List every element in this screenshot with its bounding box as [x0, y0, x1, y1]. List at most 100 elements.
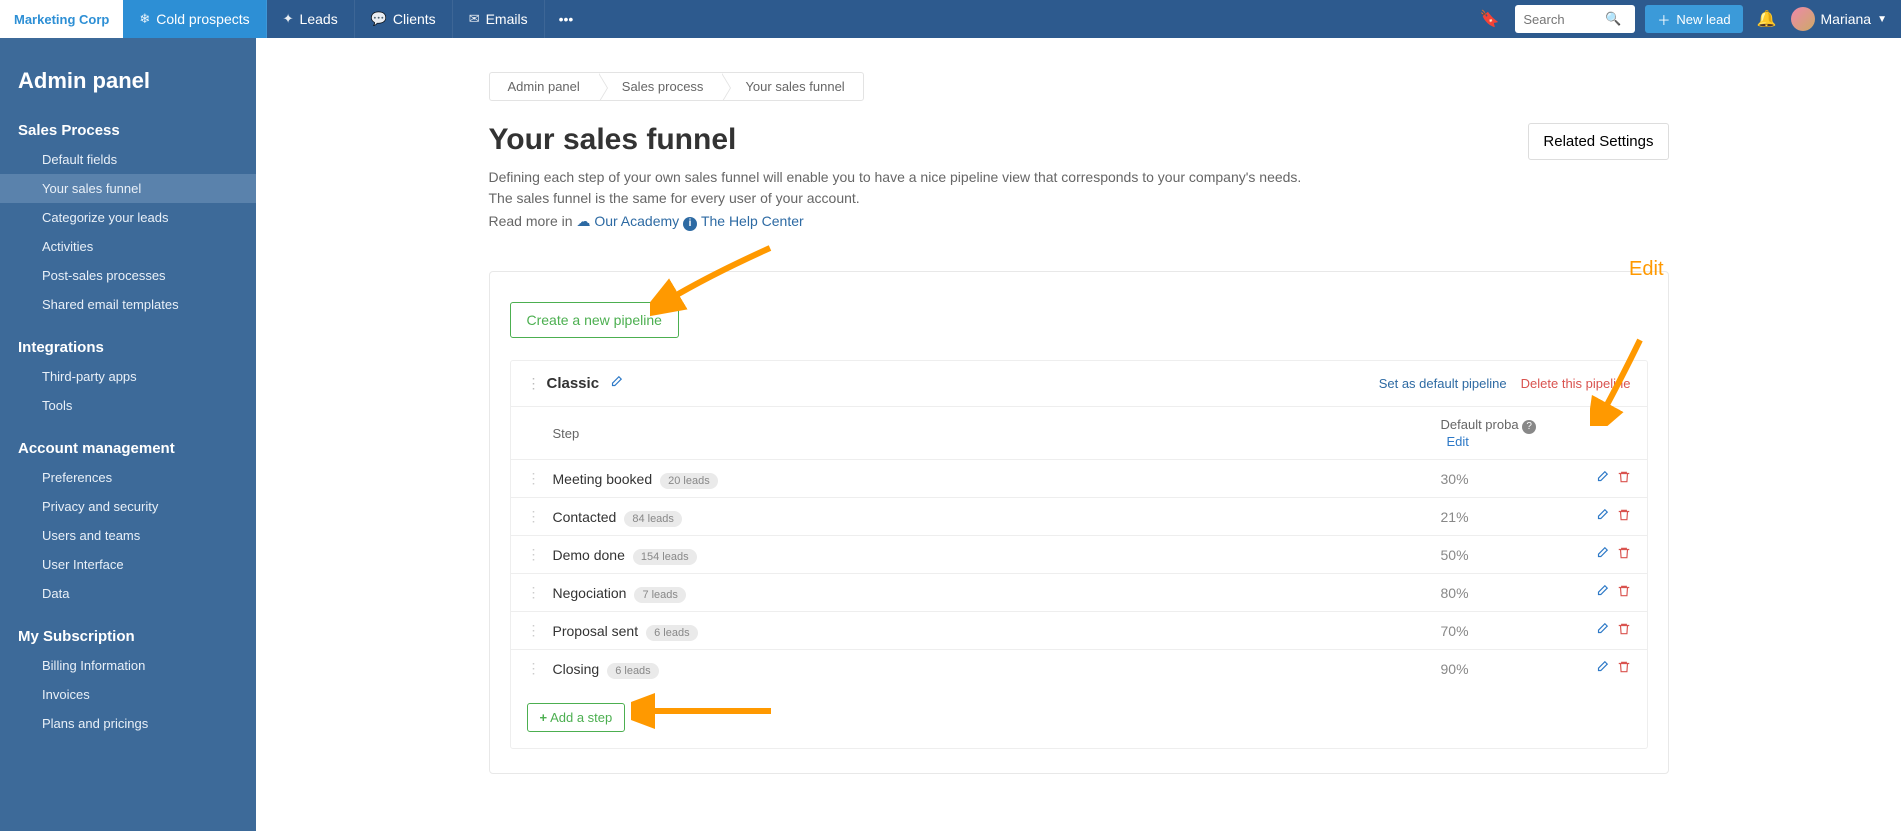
search-box[interactable]: 🔍 — [1515, 5, 1635, 33]
nav-tab-cold-prospects[interactable]: ❄Cold prospects — [123, 0, 266, 38]
user-name-label: Mariana — [1821, 11, 1872, 27]
create-pipeline-button[interactable]: Create a new pipeline — [510, 302, 679, 338]
new-lead-button[interactable]: ＋ New lead — [1645, 5, 1742, 33]
step-name: Meeting booked — [553, 471, 653, 487]
table-row: ⋮Negociation7 leads80% — [511, 573, 1647, 611]
sidebar-item[interactable]: Activities — [0, 232, 256, 261]
nav-tab-emails[interactable]: ✉ Emails — [453, 0, 545, 38]
delete-pipeline-link[interactable]: Delete this pipeline — [1521, 376, 1631, 391]
sidebar-item[interactable]: Users and teams — [0, 521, 256, 550]
sidebar: Admin panel Sales ProcessDefault fieldsY… — [0, 38, 256, 831]
table-row: ⋮Contacted84 leads21% — [511, 497, 1647, 535]
table-row: ⋮Proposal sent6 leads70% — [511, 611, 1647, 649]
sidebar-item[interactable]: Data — [0, 579, 256, 608]
pipeline-name: Classic — [547, 375, 600, 392]
edit-step-icon[interactable] — [1595, 546, 1609, 563]
lead-count-badge: 20 leads — [660, 473, 718, 489]
edit-step-icon[interactable] — [1595, 584, 1609, 601]
drag-handle-icon[interactable]: ⋮ — [527, 584, 541, 600]
help-center-link[interactable]: The Help Center — [701, 213, 804, 229]
plus-icon: + — [540, 710, 548, 725]
user-menu[interactable]: Mariana ▼ — [1791, 7, 1888, 31]
sidebar-item[interactable]: Billing Information — [0, 651, 256, 680]
drag-handle-icon[interactable]: ⋮ — [527, 546, 541, 562]
edit-step-icon[interactable] — [1595, 622, 1609, 639]
delete-step-icon[interactable] — [1617, 470, 1631, 487]
cloud-icon: ☁ — [576, 213, 590, 229]
step-proba: 21% — [1441, 509, 1469, 525]
table-row: ⋮Demo done154 leads50% — [511, 535, 1647, 573]
edit-step-icon[interactable] — [1595, 508, 1609, 525]
edit-step-icon[interactable] — [1595, 660, 1609, 677]
set-default-pipeline-link[interactable]: Set as default pipeline — [1379, 376, 1507, 391]
col-proba-label: Default proba — [1441, 417, 1519, 432]
sidebar-item[interactable]: Categorize your leads — [0, 203, 256, 232]
delete-step-icon[interactable] — [1617, 622, 1631, 639]
lead-count-badge: 84 leads — [624, 511, 682, 527]
info-icon: i — [683, 217, 697, 231]
search-icon[interactable]: 🔍 — [1605, 11, 1629, 27]
delete-step-icon[interactable] — [1617, 508, 1631, 525]
brand-logo[interactable]: Marketing Corp — [0, 0, 123, 38]
drag-handle-icon[interactable]: ⋮ — [527, 660, 541, 676]
lead-count-badge: 7 leads — [634, 587, 685, 603]
drag-handle-icon[interactable]: ⋮ — [527, 375, 541, 392]
drag-handle-icon[interactable]: ⋮ — [527, 622, 541, 638]
edit-pipeline-icon[interactable] — [609, 375, 623, 392]
step-proba: 70% — [1441, 623, 1469, 639]
sidebar-section-title: Account management — [0, 430, 256, 463]
pipeline-block: ⋮ Classic Set as default pipeline Delete… — [510, 360, 1648, 749]
sidebar-item[interactable]: Your sales funnel — [0, 174, 256, 203]
bookmark-icon[interactable]: 🔖 — [1473, 3, 1505, 35]
nav-tab-label: Leads — [300, 11, 338, 27]
col-step-label: Step — [553, 426, 1441, 441]
sidebar-title: Admin panel — [0, 56, 256, 112]
breadcrumb-item[interactable]: Your sales funnel — [721, 73, 862, 100]
drag-handle-icon[interactable]: ⋮ — [527, 508, 541, 524]
sidebar-item[interactable]: Tools — [0, 391, 256, 420]
sidebar-item[interactable]: Post-sales processes — [0, 261, 256, 290]
sidebar-item[interactable]: Preferences — [0, 463, 256, 492]
pipeline-card: Create a new pipeline Edit ⋮ Classic Set… — [489, 271, 1669, 774]
help-icon[interactable]: ? — [1522, 420, 1536, 434]
nav-tab-icon: ✦ — [283, 11, 294, 27]
delete-step-icon[interactable] — [1617, 660, 1631, 677]
nav-tab-label: Clients — [393, 11, 436, 27]
nav-tab-clients[interactable]: 💬 Clients — [355, 0, 453, 38]
sidebar-item[interactable]: Shared email templates — [0, 290, 256, 319]
breadcrumb-item[interactable]: Sales process — [598, 73, 722, 100]
academy-link[interactable]: Our Academy — [594, 213, 679, 229]
sidebar-item[interactable]: Invoices — [0, 680, 256, 709]
avatar — [1791, 7, 1815, 31]
plus-icon: ＋ — [1657, 10, 1670, 29]
sidebar-item[interactable]: Plans and pricings — [0, 709, 256, 738]
step-proba: 30% — [1441, 471, 1469, 487]
add-step-button[interactable]: +Add a step — [527, 703, 626, 732]
chevron-down-icon: ▼ — [1877, 14, 1887, 25]
drag-handle-icon[interactable]: ⋮ — [527, 470, 541, 486]
edit-step-icon[interactable] — [1595, 470, 1609, 487]
delete-step-icon[interactable] — [1617, 546, 1631, 563]
nav-tab-label: Emails — [486, 11, 528, 27]
sidebar-item[interactable]: Privacy and security — [0, 492, 256, 521]
related-settings-button[interactable]: Related Settings — [1528, 123, 1668, 160]
edit-proba-link[interactable]: Edit — [1447, 434, 1469, 449]
search-input[interactable] — [1515, 12, 1605, 27]
notifications-icon[interactable]: 🔔 — [1753, 5, 1781, 33]
table-header: Step Default proba ? Edit — [511, 406, 1647, 459]
annotation-arrow — [631, 689, 781, 729]
nav-tab-icon: ✉ — [469, 11, 480, 27]
nav-more-icon[interactable]: ••• — [545, 11, 588, 27]
page-description: Defining each step of your own sales fun… — [489, 167, 1309, 209]
sidebar-item[interactable]: Third-party apps — [0, 362, 256, 391]
top-nav: Marketing Corp ❄Cold prospects ✦ Leads 💬 Cli… — [0, 0, 1901, 38]
sidebar-item[interactable]: User Interface — [0, 550, 256, 579]
edit-annotation-label: Edit — [1629, 258, 1663, 281]
step-proba: 90% — [1441, 661, 1469, 677]
sidebar-item[interactable]: Default fields — [0, 145, 256, 174]
nav-tab-icon: 💬 — [371, 11, 387, 27]
delete-step-icon[interactable] — [1617, 584, 1631, 601]
lead-count-badge: 6 leads — [646, 625, 697, 641]
breadcrumb-item[interactable]: Admin panel — [490, 73, 598, 100]
nav-tab-leads[interactable]: ✦ Leads — [267, 0, 355, 38]
